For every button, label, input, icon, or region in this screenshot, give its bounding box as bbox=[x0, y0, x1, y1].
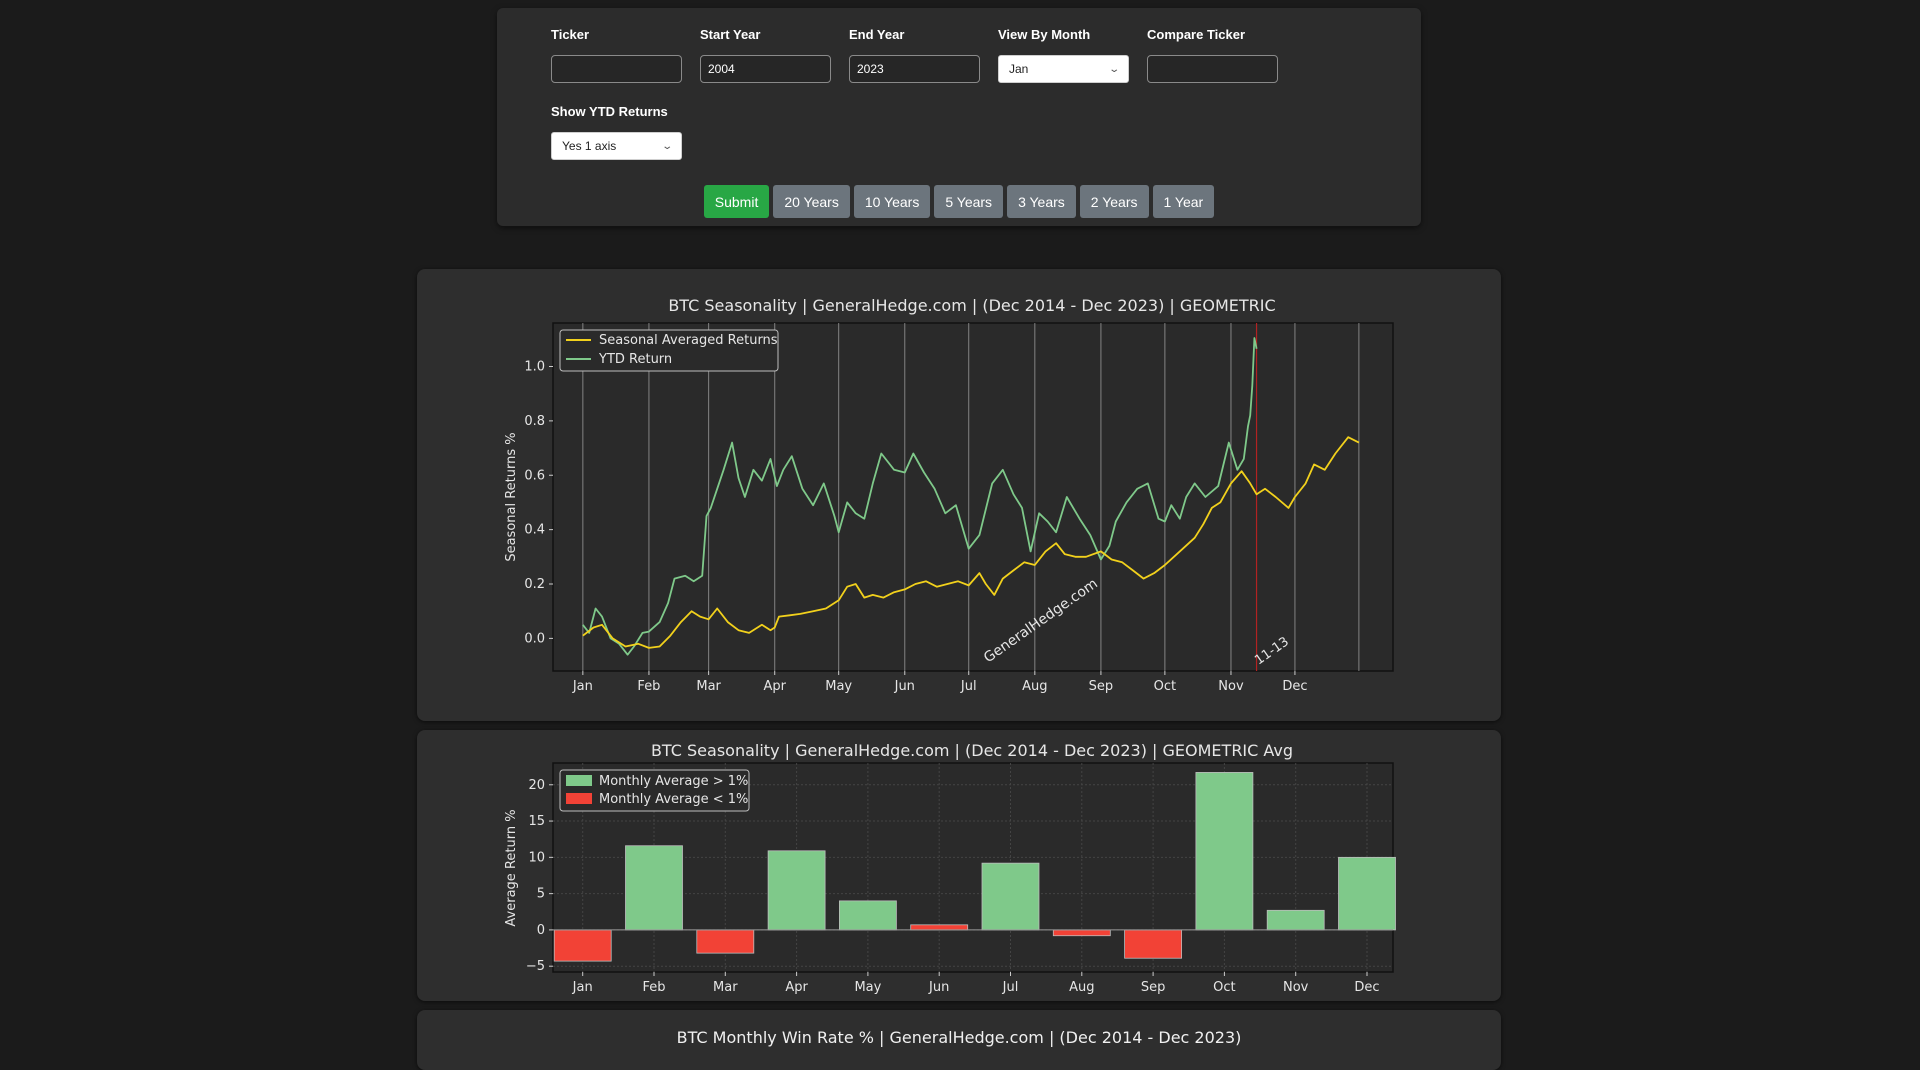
button-row: Submit 20 Years 10 Years 5 Years 3 Years… bbox=[497, 185, 1421, 218]
chevron-down-icon: ⌄ bbox=[660, 140, 673, 152]
end-year-input[interactable] bbox=[849, 55, 980, 83]
ytd-returns-value: Yes 1 axis bbox=[562, 139, 617, 153]
x-tick-label: Dec bbox=[1282, 679, 1307, 694]
legend: Monthly Average > 1% Monthly Average < 1… bbox=[559, 769, 750, 812]
chevron-down-icon: ⌄ bbox=[1107, 63, 1120, 75]
bar-may bbox=[838, 900, 897, 931]
y-tick-label: 0.4 bbox=[524, 523, 545, 538]
view-by-month-label: View By Month bbox=[998, 27, 1091, 42]
end-year-field: End Year bbox=[849, 27, 980, 83]
x-tick-label: Jan bbox=[572, 679, 593, 694]
y-tick-label: 20 bbox=[528, 778, 545, 793]
bar-mar bbox=[696, 929, 755, 954]
bar-jun bbox=[910, 924, 969, 931]
bar-jul bbox=[981, 862, 1040, 931]
submit-button[interactable]: Submit bbox=[703, 185, 770, 218]
x-tick-label: Jan bbox=[572, 980, 593, 995]
seasonality-line-chart: BTC Seasonality | GeneralHedge.com | (De… bbox=[504, 296, 1394, 694]
legend-label-ytd: YTD Return bbox=[598, 352, 672, 367]
x-tick-label: Aug bbox=[1069, 980, 1094, 995]
y-tick-label: 0.0 bbox=[524, 631, 545, 646]
y-tick-label: 15 bbox=[528, 814, 545, 829]
x-tick-label: Nov bbox=[1283, 980, 1309, 995]
start-year-input[interactable] bbox=[700, 55, 831, 83]
bar-feb bbox=[625, 845, 683, 931]
y-tick-label: 5 bbox=[537, 887, 545, 902]
chart-title: BTC Seasonality | GeneralHedge.com | (De… bbox=[651, 741, 1293, 760]
bar-nov bbox=[1266, 909, 1325, 931]
query-form-panel: Ticker Start Year End Year View By Month… bbox=[497, 8, 1421, 226]
end-year-label: End Year bbox=[849, 27, 905, 42]
y-tick-label: 0.8 bbox=[524, 414, 545, 429]
preset-10-years-button[interactable]: 10 Years bbox=[853, 185, 931, 218]
y-axis-label: Average Return % bbox=[504, 809, 519, 926]
legend-label-positive: Monthly Average > 1% bbox=[599, 774, 748, 789]
win-rate-chart-panel: BTC Monthly Win Rate % | GeneralHedge.co… bbox=[417, 1010, 1501, 1070]
preset-3-years-button[interactable]: 3 Years bbox=[1007, 185, 1076, 218]
bar-jan bbox=[553, 929, 612, 962]
chart-title: BTC Monthly Win Rate % | GeneralHedge.co… bbox=[676, 1028, 1242, 1047]
ticker-field: Ticker bbox=[551, 27, 682, 83]
view-by-month-value: Jan bbox=[1009, 62, 1029, 76]
x-tick-label: Mar bbox=[713, 980, 738, 995]
x-tick-label: Sep bbox=[1089, 679, 1114, 694]
legend: Seasonal Averaged Returns YTD Return bbox=[559, 329, 779, 372]
legend-label-seasonal: Seasonal Averaged Returns bbox=[599, 333, 778, 348]
y-tick-label: 10 bbox=[528, 850, 545, 865]
chart-title: BTC Seasonality | GeneralHedge.com | (De… bbox=[668, 296, 1275, 315]
ytd-returns-label: Show YTD Returns bbox=[551, 104, 668, 119]
compare-ticker-label: Compare Ticker bbox=[1147, 27, 1246, 42]
compare-ticker-input[interactable] bbox=[1147, 55, 1278, 83]
bar-oct bbox=[1195, 772, 1254, 931]
view-by-month-field: View By Month Jan ⌄ bbox=[998, 27, 1129, 83]
bar-sep bbox=[1124, 929, 1182, 959]
x-tick-label: Feb bbox=[637, 679, 660, 694]
x-tick-label: Dec bbox=[1354, 980, 1379, 995]
x-tick-label: Jul bbox=[960, 679, 977, 694]
x-tick-label: Feb bbox=[642, 980, 665, 995]
x-tick-label: May bbox=[854, 980, 881, 995]
x-tick-label: Jun bbox=[894, 679, 915, 694]
bar-dec bbox=[1338, 856, 1396, 931]
preset-2-years-button[interactable]: 2 Years bbox=[1079, 185, 1149, 218]
x-tick-label: Jul bbox=[1002, 980, 1019, 995]
y-tick-label: 0.6 bbox=[524, 468, 545, 483]
x-tick-label: Apr bbox=[763, 679, 786, 694]
x-tick-label: Mar bbox=[696, 679, 721, 694]
ytd-returns-select[interactable]: Yes 1 axis ⌄ bbox=[551, 132, 682, 160]
x-tick-label: Apr bbox=[785, 980, 808, 995]
legend-swatch-positive bbox=[566, 775, 592, 786]
y-tick-label: 0 bbox=[537, 923, 545, 938]
x-tick-label: Jun bbox=[928, 980, 949, 995]
x-tick-label: Sep bbox=[1141, 980, 1166, 995]
preset-20-years-button[interactable]: 20 Years bbox=[773, 185, 850, 218]
monthly-average-bar-chart: BTC Seasonality | GeneralHedge.com | (De… bbox=[504, 741, 1396, 995]
seasonality-line-chart-panel: BTC Seasonality | GeneralHedge.com | (De… bbox=[417, 269, 1501, 721]
legend-label-negative: Monthly Average < 1% bbox=[599, 792, 748, 807]
x-tick-label: Oct bbox=[1213, 980, 1235, 995]
ticker-input[interactable] bbox=[551, 55, 682, 83]
x-tick-label: Nov bbox=[1218, 679, 1244, 694]
bar-apr bbox=[767, 850, 826, 931]
x-tick-label: Oct bbox=[1154, 679, 1176, 694]
start-year-field: Start Year bbox=[700, 27, 831, 83]
bar-aug bbox=[1052, 929, 1111, 937]
y-tick-label: 1.0 bbox=[524, 360, 545, 375]
preset-5-years-button[interactable]: 5 Years bbox=[934, 185, 1004, 218]
ytd-returns-field: Show YTD Returns Yes 1 axis ⌄ bbox=[551, 104, 682, 160]
x-tick-label: May bbox=[825, 679, 852, 694]
legend-swatch-negative bbox=[566, 793, 592, 804]
preset-1-year-button[interactable]: 1 Year bbox=[1152, 185, 1215, 218]
start-year-label: Start Year bbox=[700, 27, 761, 42]
view-by-month-select[interactable]: Jan ⌄ bbox=[998, 55, 1129, 83]
ticker-label: Ticker bbox=[551, 27, 590, 42]
plot-area bbox=[552, 322, 1394, 672]
y-axis-label: Seasonal Returns % bbox=[504, 432, 519, 561]
y-tick-label: −5 bbox=[526, 959, 545, 974]
x-tick-label: Aug bbox=[1022, 679, 1047, 694]
compare-ticker-field: Compare Ticker bbox=[1147, 27, 1278, 83]
monthly-average-bar-chart-panel: BTC Seasonality | GeneralHedge.com | (De… bbox=[417, 730, 1501, 1001]
y-tick-label: 0.2 bbox=[524, 577, 545, 592]
